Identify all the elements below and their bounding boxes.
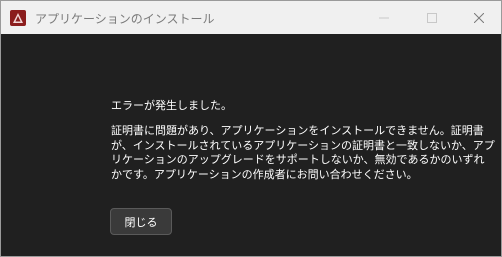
close-button[interactable]: 閉じる xyxy=(110,208,172,235)
close-window-button[interactable] xyxy=(456,1,501,34)
dialog-content: エラーが発生しました。 証明書に問題があり、アプリケーションをインストールできま… xyxy=(1,34,501,256)
title-bar[interactable]: アプリケーションのインストール xyxy=(1,1,501,34)
maximize-icon xyxy=(427,8,437,27)
close-icon xyxy=(473,8,485,27)
maximize-button[interactable] xyxy=(409,1,455,34)
window-title: アプリケーションのインストール xyxy=(35,12,215,26)
minimize-icon xyxy=(379,8,389,27)
installer-app-icon xyxy=(10,10,26,26)
installer-window: アプリケーションのインストール エラーが発生しました。 証明書に問題があり、アプ… xyxy=(0,0,502,257)
error-message: 証明書に問題があり、アプリケーションをインストールできません。証明書が、インスト… xyxy=(111,124,495,181)
minimize-button[interactable] xyxy=(361,1,407,34)
error-heading: エラーが発生しました。 xyxy=(111,99,232,112)
